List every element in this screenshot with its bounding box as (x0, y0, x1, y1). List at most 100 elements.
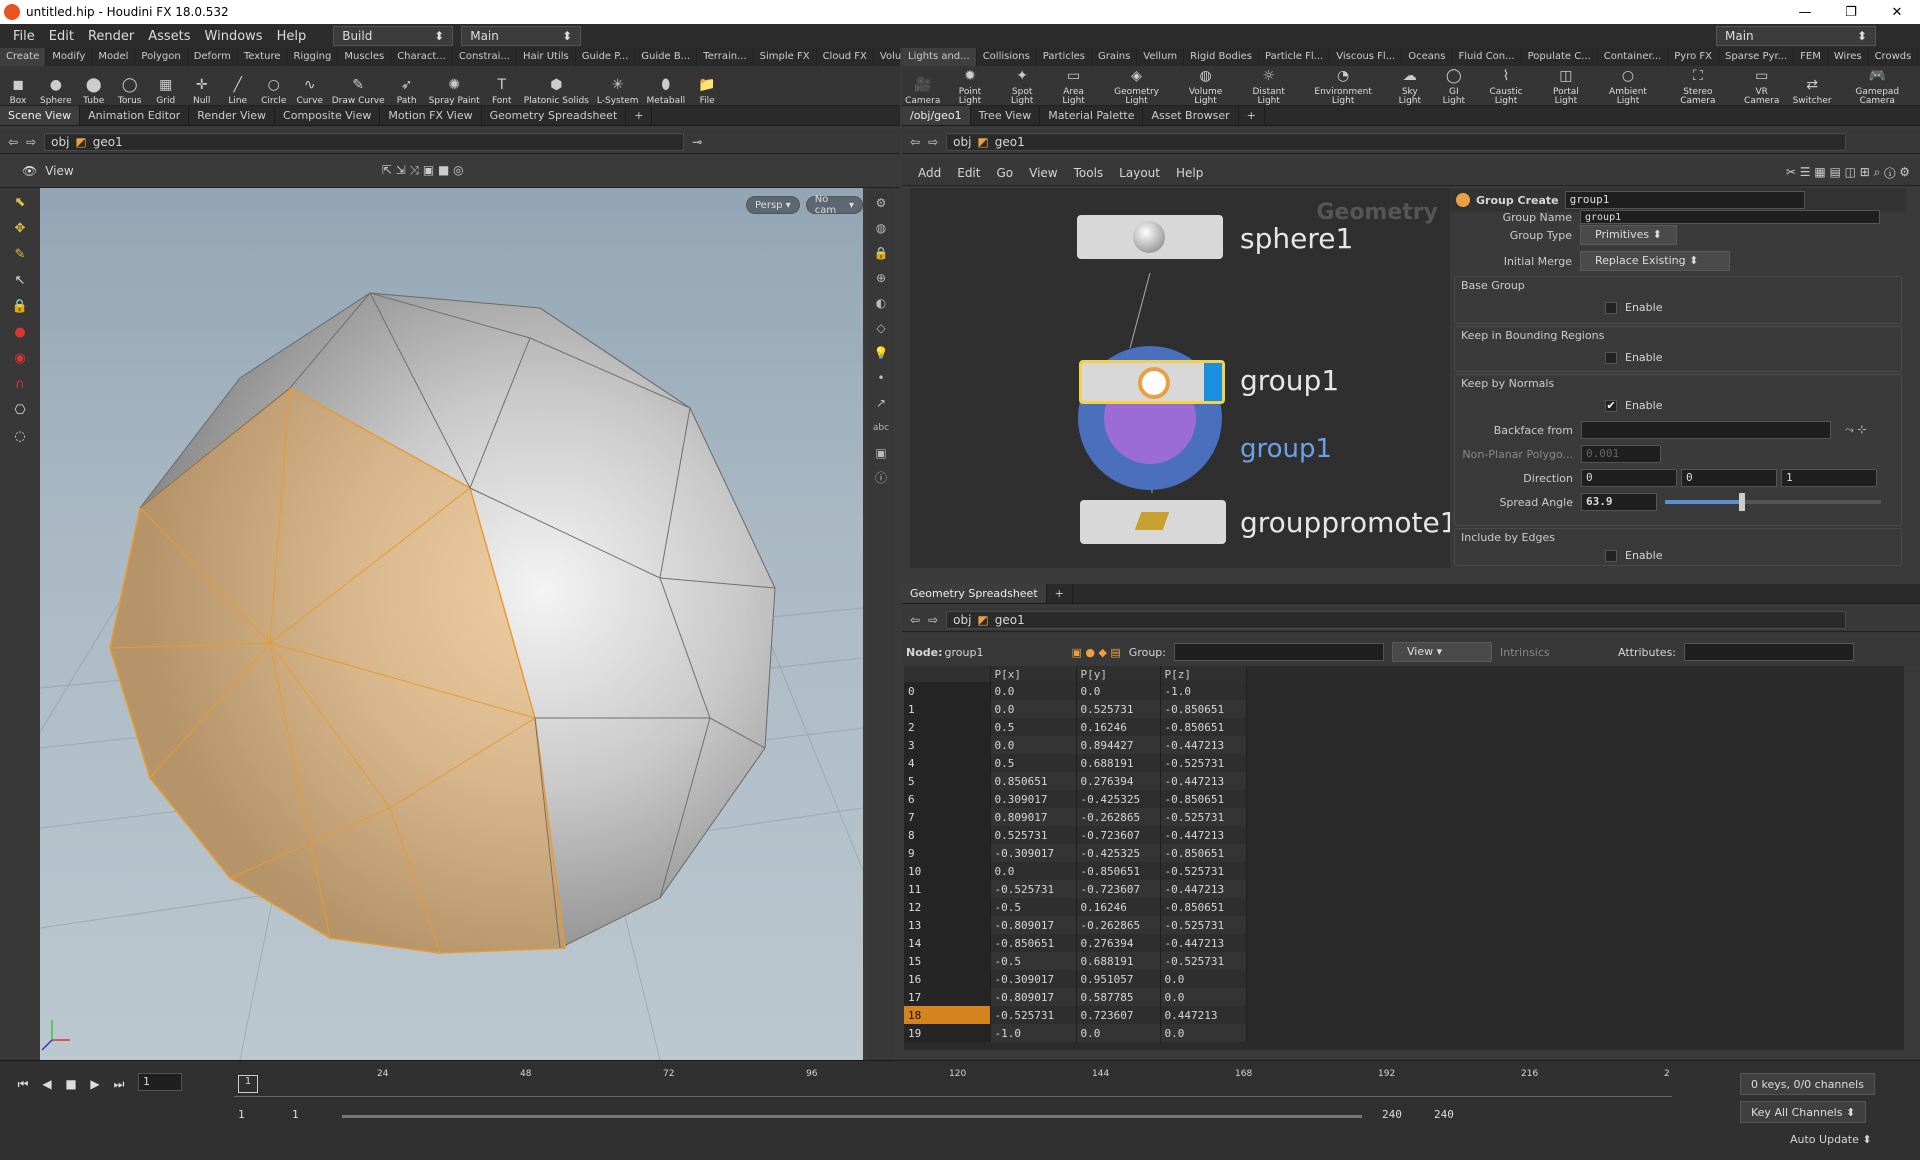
shelf-tab-muscles[interactable]: Muscles (338, 48, 392, 66)
text-display-icon[interactable]: abc (871, 418, 891, 438)
forward-icon[interactable]: ⇨ (928, 613, 938, 627)
tool-curve[interactable]: ∿ Curve (292, 75, 328, 106)
table-row[interactable]: 6 0.309017 -0.425325 -0.850651 (904, 790, 1247, 808)
shelf-tab-vellum[interactable]: Vellum (1137, 48, 1185, 66)
menu-go[interactable]: Go (988, 166, 1021, 180)
minimize-icon[interactable]: — (1782, 5, 1828, 20)
tab-tree-view[interactable]: Tree View (971, 106, 1041, 125)
table-row[interactable]: 5 0.850651 0.276394 -0.447213 (904, 772, 1247, 790)
tool-environment-light[interactable]: ◔ Environment Light (1300, 66, 1386, 106)
shelf-tab-particles[interactable]: Particles (1037, 48, 1092, 66)
tool-point-light[interactable]: ✹ Point Light (943, 66, 996, 106)
cell[interactable]: -0.525731 (1160, 808, 1247, 826)
tool-path[interactable]: ➶ Path (389, 75, 425, 106)
tool-torus[interactable]: ◯ Torus (112, 75, 148, 106)
viewer-tool-icons[interactable]: ⇱ ⇲ ⤨ ▣ ■ ◎ (382, 163, 464, 178)
tool-circle[interactable]: ○ Circle (256, 75, 292, 106)
attrib-class-icons[interactable]: ▣ ● ◆ ▤ (1071, 646, 1120, 659)
playhead[interactable]: 1 (238, 1075, 258, 1093)
menu-view[interactable]: View (1021, 166, 1065, 180)
nonplanar-field[interactable]: 0.001 (1581, 445, 1661, 463)
group-filter-field[interactable] (1174, 643, 1384, 661)
camera-menu[interactable]: No cam ▾ (805, 194, 863, 216)
row-index[interactable]: 18 (904, 1006, 991, 1024)
range-start2-field[interactable]: 1 (288, 1107, 326, 1125)
row-index[interactable]: 13 (904, 916, 991, 934)
cell[interactable]: -0.525731 (990, 1006, 1077, 1024)
cell[interactable]: -0.850651 (990, 934, 1077, 952)
menu-edit[interactable]: Edit (949, 166, 988, 180)
table-row[interactable]: 9 -0.309017 -0.425325 -0.850651 (904, 844, 1247, 862)
group-name-field[interactable]: group1 (1580, 210, 1880, 224)
row-index[interactable]: 8 (904, 826, 991, 844)
time-slider[interactable]: 1 24 48 72 96 120 144 168 192 216 2 (234, 1069, 1672, 1097)
light-icon[interactable]: ● (6, 322, 34, 344)
tool-camera[interactable]: 🎥 Camera (902, 75, 943, 106)
shelf-tab-populate-c[interactable]: Populate C... (1522, 48, 1598, 66)
direction-y-field[interactable]: 0 (1681, 469, 1777, 487)
px-header[interactable]: P[x] (990, 666, 1077, 682)
cell[interactable]: -0.850651 (1160, 700, 1247, 718)
tab-scene-view[interactable]: Scene View (0, 106, 81, 125)
attributes-filter-field[interactable] (1684, 643, 1855, 661)
tool-vr-camera[interactable]: ▭ VR Camera (1734, 66, 1790, 106)
handle-icon[interactable]: ◉ (6, 348, 34, 370)
cell[interactable]: 0.894427 (1076, 736, 1161, 754)
tool-sky-light[interactable]: ☁ Sky Light (1386, 66, 1433, 106)
node-name-field[interactable]: group1 (1564, 191, 1805, 209)
table-row[interactable]: 1 0.0 0.525731 -0.850651 (904, 700, 1247, 718)
table-row[interactable]: 12 -0.5 0.16246 -0.850651 (904, 898, 1247, 916)
cell[interactable]: 0.0 (1160, 970, 1247, 988)
tool-box[interactable]: ◼ Box (0, 75, 36, 106)
cell[interactable]: -0.723607 (1076, 880, 1161, 898)
shelf-tab-particle-fl[interactable]: Particle Fl... (1259, 48, 1331, 66)
cell[interactable]: 0.5 (990, 718, 1077, 736)
path-root[interactable]: obj (51, 135, 69, 149)
backface-field[interactable] (1581, 421, 1831, 439)
wireframe-icon[interactable]: ◇ (871, 318, 891, 338)
row-index[interactable]: 1 (904, 700, 991, 718)
tab-geometry-spreadsheet[interactable]: Geometry Spreadsheet (902, 584, 1047, 603)
tool-tube[interactable]: ⬤ Tube (76, 75, 112, 106)
ghost-icon[interactable]: ◍ (871, 218, 891, 238)
base-group-checkbox[interactable] (1605, 301, 1617, 314)
table-row[interactable]: 15 -0.5 0.688191 -0.525731 (904, 952, 1247, 970)
background-icon[interactable]: ▣ (871, 443, 891, 463)
menu-assets[interactable]: Assets (141, 29, 197, 44)
range-end2-field[interactable]: 240 (1430, 1107, 1466, 1125)
cell[interactable]: 0.0 (1076, 1024, 1161, 1042)
cell[interactable]: 0.0 (1160, 1024, 1247, 1042)
cell[interactable]: -0.525731 (1160, 952, 1247, 970)
spread-angle-slider[interactable] (1665, 493, 1881, 511)
shelf-tab-viscous-fl[interactable]: Viscous Fl... (1330, 48, 1403, 66)
tab-motion-fx-view[interactable]: Motion FX View (380, 106, 482, 125)
cell[interactable]: 0.809017 (990, 808, 1077, 826)
cell[interactable]: 0.16246 (1076, 718, 1161, 736)
cell[interactable]: -0.447213 (1160, 772, 1247, 790)
maximize-icon[interactable]: ❐ (1828, 5, 1874, 20)
cell[interactable]: -0.525731 (990, 880, 1077, 898)
tool-grid[interactable]: ▦ Grid (148, 75, 184, 106)
close-icon[interactable]: ✕ (1874, 5, 1920, 20)
tool-geometry-light[interactable]: ◈ Geometry Light (1099, 66, 1173, 106)
tool-file[interactable]: 📁 File (689, 75, 725, 106)
tool-area-light[interactable]: ▭ Area Light (1048, 66, 1100, 106)
forward-icon[interactable]: ⇨ (26, 135, 36, 149)
light-bulb-icon[interactable]: 💡 (871, 343, 891, 363)
network-tool-icons[interactable]: ✂ ☰ ▦ ▤ ◫ ⊞ ⌕ ⓘ ⚙ (1786, 165, 1910, 180)
shelf-tab-deform[interactable]: Deform (188, 48, 238, 66)
row-index[interactable]: 16 (904, 970, 991, 988)
normals-icon[interactable]: ↗ (871, 393, 891, 413)
row-index[interactable]: 3 (904, 736, 991, 754)
camera-icon[interactable]: ⎔ (6, 400, 34, 422)
tool-portal-light[interactable]: ◫ Portal Light (1538, 66, 1594, 106)
group-type-dropdown[interactable]: Primitives ⬍ (1580, 225, 1677, 245)
shelf-tab-fluid-con[interactable]: Fluid Con... (1452, 48, 1522, 66)
jump-start-icon[interactable]: ⏮ (12, 1073, 34, 1095)
tool-metaball[interactable]: ⬮ Metaball (643, 75, 690, 106)
tool-switcher[interactable]: ⇄ Switcher (1790, 75, 1835, 106)
shelf-tab-grains[interactable]: Grains (1092, 48, 1138, 66)
cell[interactable]: 0.688191 (1076, 952, 1161, 970)
shelf-tab-modify[interactable]: Modify (46, 48, 93, 66)
shelf-tab-lights-and[interactable]: Lights and... (902, 48, 977, 66)
